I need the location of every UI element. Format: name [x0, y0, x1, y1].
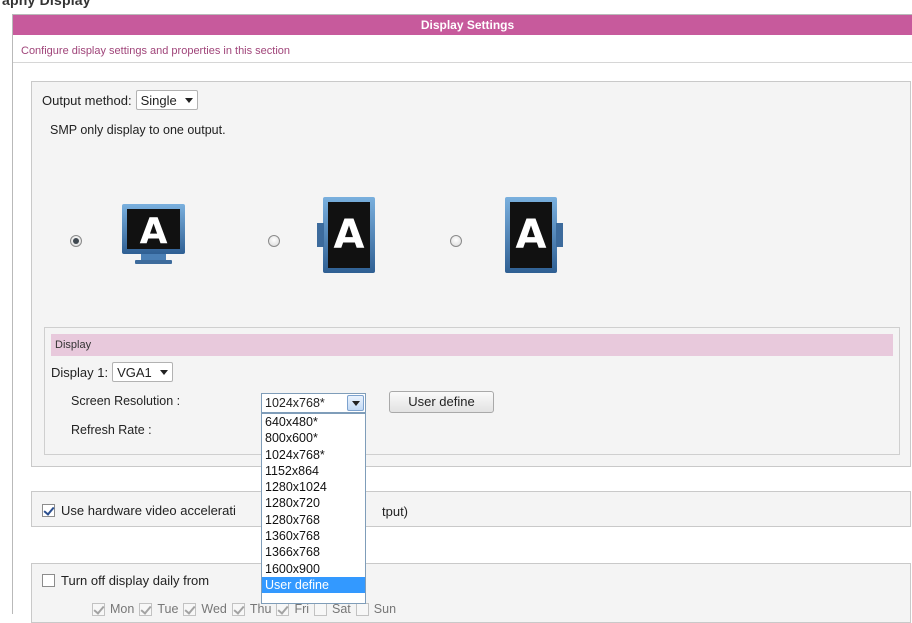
output-method-label: Output method: — [42, 92, 132, 108]
refresh-rate-label: Refresh Rate : — [71, 423, 152, 437]
screen-resolution-select[interactable]: 1024x768* — [261, 393, 366, 413]
screen-resolution-dropdown: 640x480* 800x600* 1024x768* 1152x864 128… — [261, 413, 366, 604]
display-section-header: Display — [51, 334, 893, 356]
svg-text:A: A — [140, 211, 168, 252]
hw-accel-label-tail: tput) — [382, 504, 409, 519]
day-checkbox-tue[interactable] — [139, 602, 153, 616]
resolution-option-1152x864[interactable]: 1152x864 — [262, 463, 365, 479]
weekday-row: Mon Tue Wed Thu Fri Sat Sun — [92, 602, 396, 616]
resolution-option-user-define[interactable]: User define — [262, 576, 365, 594]
panel-description: Configure display settings and propertie… — [21, 45, 291, 57]
screen-resolution-value: 1024x768* — [265, 396, 325, 410]
resolution-option-1280x720[interactable]: 1280x720 — [262, 495, 365, 511]
day-label: Mon — [110, 602, 135, 616]
resolution-option-1024x768[interactable]: 1024x768* — [262, 447, 365, 463]
day-label: Sat — [332, 602, 351, 616]
turn-off-box: Turn off display daily from Mon Tue Wed … — [31, 563, 911, 623]
resolution-option-800x600[interactable]: 800x600* — [262, 430, 365, 446]
day-label: Wed — [201, 602, 227, 616]
display-subsection: Display Display 1: VGA1 Screen Resolutio… — [44, 327, 900, 455]
day-checkbox-mon[interactable] — [92, 602, 105, 616]
output-method-value: Single — [140, 92, 177, 108]
display1-select[interactable]: VGA1 — [112, 362, 173, 382]
turn-off-checkbox[interactable] — [42, 574, 55, 587]
display1-label: Display 1: — [51, 364, 109, 380]
divider — [13, 62, 912, 63]
user-define-button[interactable]: User define — [389, 391, 494, 413]
display-settings-panel: Display Settings Configure display setti… — [12, 14, 912, 623]
breadcrumb: aphy Display — [2, 0, 91, 8]
output-method-select[interactable]: Single — [135, 90, 198, 110]
day-label: Thu — [249, 602, 272, 616]
chevron-down-icon — [351, 400, 360, 406]
svg-text:A: A — [516, 212, 547, 258]
monitor-portrait-right-icon: A — [505, 197, 563, 273]
turn-off-label: Turn off display daily from — [61, 573, 210, 588]
day-checkbox-sun[interactable] — [355, 602, 369, 616]
chevron-down-icon — [159, 369, 168, 375]
resolution-option-1280x1024[interactable]: 1280x1024 — [262, 479, 365, 495]
display1-value: VGA1 — [117, 364, 152, 380]
resolution-option-1360x768[interactable]: 1360x768 — [262, 528, 365, 544]
day-label: Sun — [373, 602, 397, 616]
output-radio-landscape[interactable] — [70, 235, 82, 247]
screen-resolution-label: Screen Resolution : — [71, 394, 181, 408]
resolution-option-640x480[interactable]: 640x480* — [262, 414, 365, 430]
day-label: Tue — [157, 602, 179, 616]
output-radio-portrait-right[interactable] — [450, 235, 462, 247]
svg-text:A: A — [334, 212, 365, 258]
resolution-option-1600x900[interactable]: 1600x900 — [262, 561, 365, 577]
day-checkbox-fri[interactable] — [276, 602, 290, 616]
resolution-option-1366x768[interactable]: 1366x768 — [262, 544, 365, 560]
hw-accel-label: Use hardware video accelerati — [61, 503, 236, 518]
day-checkbox-wed[interactable] — [183, 602, 197, 616]
day-checkbox-thu[interactable] — [231, 602, 245, 616]
hw-accel-box: Use hardware video accelerati tput) — [31, 491, 911, 527]
output-method-note: SMP only display to one output. — [50, 123, 226, 137]
monitor-portrait-left-icon: A — [317, 197, 375, 273]
hw-accel-checkbox[interactable] — [42, 504, 55, 517]
day-checkbox-sat[interactable] — [314, 602, 328, 616]
output-method-box: Output method: Single SMP only display t… — [31, 81, 911, 467]
dropdown-toggle[interactable] — [347, 395, 364, 411]
day-label: Fri — [294, 602, 310, 616]
chevron-down-icon — [184, 97, 193, 103]
resolution-option-1280x768[interactable]: 1280x768 — [262, 512, 365, 528]
panel-title: Display Settings — [13, 15, 912, 35]
output-radio-portrait-left[interactable] — [268, 235, 280, 247]
monitor-landscape-icon: A — [122, 204, 185, 264]
